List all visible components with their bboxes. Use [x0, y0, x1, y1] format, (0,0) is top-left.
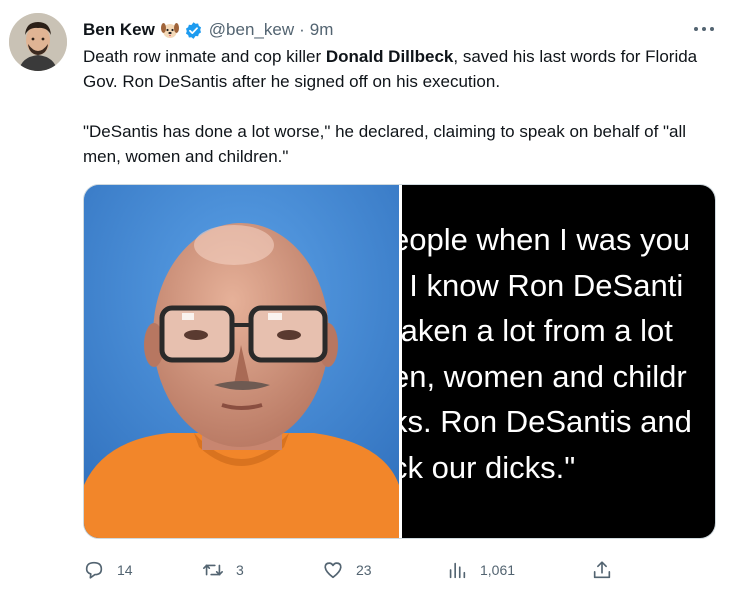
dog-face-icon	[160, 20, 180, 40]
views-count: 1,061	[480, 562, 516, 578]
mention-name: Donald Dillbeck	[325, 47, 454, 66]
reply-button[interactable]: 14	[83, 557, 133, 583]
heart-icon	[324, 562, 342, 579]
quote-line: t I know Ron DeSanti	[402, 267, 684, 303]
mugshot-photo[interactable]	[84, 185, 399, 538]
verified-badge-icon[interactable]	[184, 21, 203, 40]
media-grid[interactable]: eople when I was you t I know Ron DeSant…	[83, 184, 716, 539]
tweet-paragraph-2: "DeSantis has done a lot worse," he decl…	[83, 122, 687, 166]
retweet-count: 3	[236, 562, 244, 578]
tweet-text: Death row inmate and cop killer Donald D…	[83, 44, 723, 169]
tweet-paragraph-1: Death row inmate and cop killer Donald D…	[83, 47, 698, 91]
quote-line: ck our dicks."	[402, 449, 576, 485]
author-handle[interactable]: @ben_kew	[209, 20, 294, 40]
quote-text: eople when I was you t I know Ron DeSant…	[402, 217, 692, 490]
more-options-icon[interactable]	[692, 19, 716, 39]
share-icon	[593, 561, 611, 579]
tweet-card[interactable]: Ben Kew @ben_kew · 9m Death row inmate a…	[0, 0, 737, 593]
retweet-button[interactable]: 3	[202, 557, 244, 583]
separator-dot: ·	[299, 20, 305, 39]
like-count: 23	[356, 562, 372, 578]
quote-line: en, women and childr	[402, 358, 687, 394]
views-button[interactable]: 1,061	[446, 557, 515, 583]
quote-line: eople when I was you	[402, 222, 691, 257]
views-chart-icon	[449, 562, 466, 579]
action-bar: 14 3 23 1,061	[83, 557, 623, 583]
reply-icon	[85, 561, 103, 579]
quote-image[interactable]: eople when I was you t I know Ron DeSant…	[402, 185, 715, 538]
like-button[interactable]: 23	[322, 557, 372, 583]
avatar[interactable]	[9, 13, 67, 71]
reply-count: 14	[117, 562, 133, 578]
share-button[interactable]	[591, 557, 613, 583]
tweet-header: Ben Kew @ben_kew · 9m	[83, 19, 333, 41]
timestamp[interactable]: 9m	[310, 20, 334, 40]
retweet-icon	[203, 564, 223, 576]
display-name[interactable]: Ben Kew	[83, 20, 155, 40]
quote-line: ks. Ron DeSantis and	[402, 404, 692, 439]
quote-line: taken a lot from a lot	[402, 313, 673, 348]
